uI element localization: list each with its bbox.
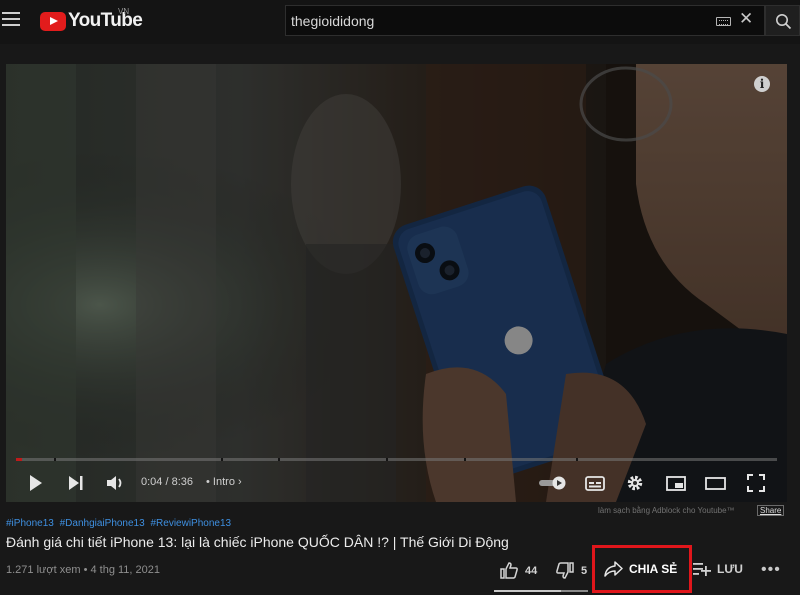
duration: 8:36 [171, 476, 194, 488]
video-player[interactable]: i 0:04 / 8:36 • Intro › [6, 64, 787, 502]
info-icon[interactable]: i [754, 76, 770, 92]
thumbs-down-icon [556, 562, 574, 579]
volume-icon[interactable] [106, 474, 126, 492]
video-frame[interactable] [6, 64, 787, 502]
chevron-right-icon: › [238, 476, 242, 488]
like-dislike-ratio-bar [494, 590, 588, 592]
next-icon[interactable] [68, 475, 84, 491]
share-button[interactable]: CHIA SẺ [604, 561, 677, 577]
chapter-marker [54, 458, 56, 461]
close-icon[interactable]: ✕ [739, 9, 753, 29]
search-input[interactable]: thegioididong [291, 13, 374, 29]
hamburger-menu-icon[interactable] [2, 12, 20, 28]
share-arrow-icon [604, 561, 623, 577]
chapter-title: Intro [212, 476, 235, 488]
hashtag-link[interactable]: #ReviewiPhone13 [150, 518, 231, 529]
autoplay-toggle-icon[interactable] [538, 476, 568, 490]
like-count: 44 [525, 564, 538, 577]
share-label: CHIA SẺ [629, 562, 678, 576]
thumbs-up-icon [500, 562, 518, 579]
fullscreen-icon[interactable] [747, 474, 765, 492]
theater-mode-icon[interactable] [705, 476, 726, 491]
play-icon[interactable] [28, 474, 44, 492]
chapter-marker [576, 458, 578, 461]
dislike-count: 5 [581, 564, 588, 577]
chapter-marker [464, 458, 466, 461]
like-button[interactable]: 44 [500, 562, 537, 579]
upload-date: 4 thg 11, 2021 [90, 564, 161, 576]
search-icon [776, 14, 792, 30]
add-to-playlist-icon [693, 563, 711, 576]
chapter-marker [221, 458, 223, 461]
adblock-share-link[interactable]: Share [757, 505, 785, 516]
chapter-marker [386, 458, 388, 461]
time-display: 0:04 / 8:36 [141, 476, 193, 488]
gear-icon[interactable] [626, 474, 644, 492]
hashtag-link[interactable]: #DanhgiaiPhone13 [60, 518, 145, 529]
search-box[interactable]: thegioididong ✕ [285, 5, 765, 36]
adblock-note: làm sạch bằng Adblock cho Youtube™ [598, 506, 735, 515]
chapter-button[interactable]: • Intro › [206, 476, 242, 488]
save-button[interactable]: LƯU [693, 562, 743, 576]
like-ratio-fill [494, 590, 561, 592]
chapter-marker [278, 458, 280, 461]
more-options-icon[interactable]: ••• [761, 562, 781, 578]
progress-played [16, 458, 23, 461]
progress-bar[interactable] [16, 458, 777, 461]
hashtag-list: #iPhone13 #DanhgiaiPhone13 #ReviewiPhone… [6, 518, 234, 529]
time-separator: / [165, 476, 169, 488]
subtitles-icon[interactable] [585, 476, 605, 491]
save-label: LƯU [717, 562, 743, 576]
dislike-button[interactable]: 5 [556, 562, 587, 579]
hashtag-link[interactable]: #iPhone13 [6, 518, 54, 529]
video-title: Đánh giá chi tiết iPhone 13: lại là chiế… [6, 534, 509, 550]
view-count: 1.271 lượt xem [6, 564, 81, 576]
player-controls: 0:04 / 8:36 • Intro › [6, 468, 787, 498]
top-bar: YouTube VN thegioididong ✕ [0, 0, 800, 44]
video-meta: 1.271 lượt xem • 4 thg 11, 2021 [6, 564, 160, 576]
meta-separator: • [83, 564, 88, 576]
keyboard-icon[interactable] [716, 17, 731, 26]
current-time: 0:04 [141, 476, 163, 488]
region-badge: VN [118, 7, 130, 16]
miniplayer-icon[interactable] [666, 476, 686, 491]
logo-text: YouTube [68, 10, 143, 31]
search-button[interactable] [765, 5, 800, 36]
youtube-play-icon [40, 11, 66, 31]
